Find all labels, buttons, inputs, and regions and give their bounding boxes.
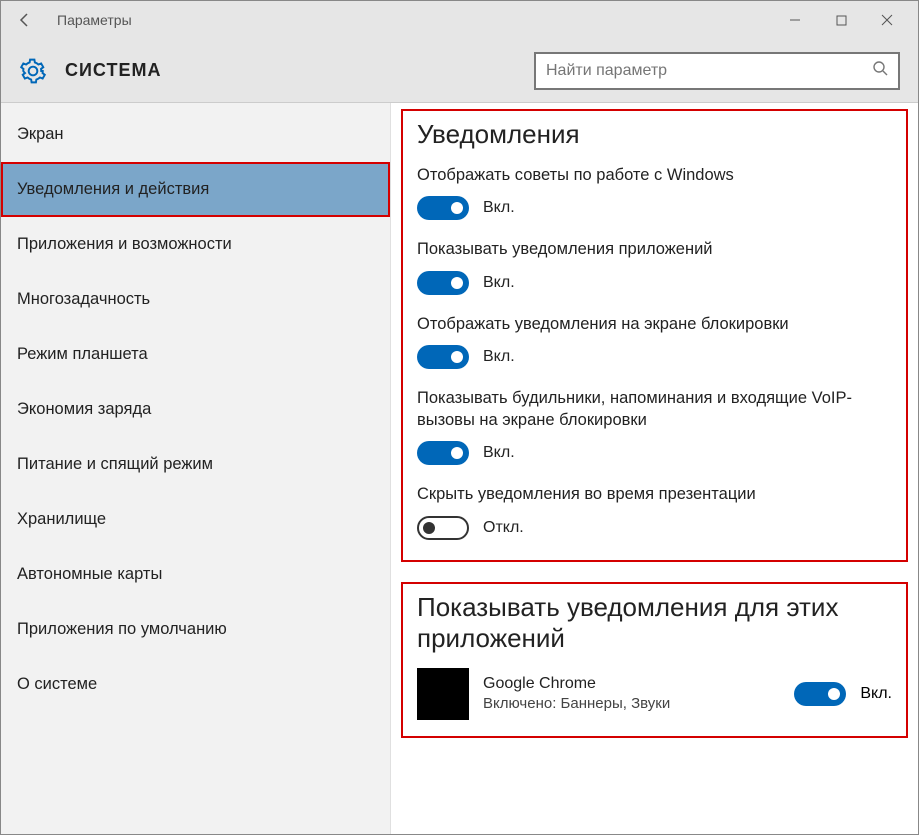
search-box[interactable] — [534, 52, 900, 90]
setting-label: Скрыть уведомления во время презентации — [417, 483, 892, 505]
apps-panel: Показывать уведомления для этих приложен… — [401, 582, 908, 738]
setting-label: Показывать уведомления приложений — [417, 238, 892, 260]
sidebar-item-label: Экран — [17, 125, 64, 143]
page-heading: СИСТЕМА — [65, 60, 161, 81]
search-icon — [872, 60, 888, 81]
toggle-state: Вкл. — [860, 685, 892, 703]
toggle-alarms-voip[interactable] — [417, 441, 469, 465]
sidebar-item-default-apps[interactable]: Приложения по умолчанию — [1, 602, 390, 657]
sidebar-item-display[interactable]: Экран — [1, 107, 390, 162]
sidebar-item-notifications[interactable]: Уведомления и действия — [1, 162, 390, 217]
main-panel: Уведомления Отображать советы по работе … — [391, 103, 918, 834]
close-icon — [881, 14, 893, 26]
sidebar-item-about[interactable]: О системе — [1, 657, 390, 712]
titlebar: Параметры — [1, 1, 918, 39]
sidebar-item-label: Хранилище — [17, 510, 106, 528]
maximize-button[interactable] — [818, 4, 864, 36]
notifications-title: Уведомления — [417, 119, 892, 150]
sidebar-item-multitasking[interactable]: Многозадачность — [1, 272, 390, 327]
toggle-app-chrome[interactable] — [794, 682, 846, 706]
toggle-state: Вкл. — [483, 444, 515, 462]
minimize-button[interactable] — [772, 4, 818, 36]
sidebar-item-offline-maps[interactable]: Автономные карты — [1, 547, 390, 602]
sidebar-item-label: О системе — [17, 675, 97, 693]
sidebar-item-label: Экономия заряда — [17, 400, 151, 418]
setting-label: Показывать будильники, напоминания и вхо… — [417, 387, 892, 432]
setting-label: Отображать советы по работе с Windows — [417, 164, 892, 186]
toggle-hide-presentation[interactable] — [417, 516, 469, 540]
app-meta: Google Chrome Включено: Баннеры, Звуки — [483, 675, 780, 712]
toggle-state: Откл. — [483, 519, 524, 537]
sidebar-item-label: Режим планшета — [17, 345, 148, 363]
setting-app-notifications: Показывать уведомления приложений Вкл. — [417, 238, 892, 294]
sidebar: Экран Уведомления и действия Приложения … — [1, 103, 391, 834]
back-button[interactable] — [9, 4, 41, 36]
sidebar-item-label: Приложения и возможности — [17, 235, 232, 253]
sidebar-item-power-sleep[interactable]: Питание и спящий режим — [1, 437, 390, 492]
notifications-panel: Уведомления Отображать советы по работе … — [401, 109, 908, 562]
toggle-app-notifications[interactable] — [417, 271, 469, 295]
gear-icon — [19, 57, 47, 85]
close-button[interactable] — [864, 4, 910, 36]
header-bar: СИСТЕМА — [1, 39, 918, 103]
app-name: Google Chrome — [483, 675, 780, 693]
sidebar-item-storage[interactable]: Хранилище — [1, 492, 390, 547]
search-input[interactable] — [546, 62, 872, 80]
setting-lockscreen-notifications: Отображать уведомления на экране блокиро… — [417, 313, 892, 369]
sidebar-item-label: Автономные карты — [17, 565, 162, 583]
toggle-tips[interactable] — [417, 196, 469, 220]
setting-alarms-voip: Показывать будильники, напоминания и вхо… — [417, 387, 892, 466]
toggle-lockscreen-notifications[interactable] — [417, 345, 469, 369]
app-sub: Включено: Баннеры, Звуки — [483, 695, 780, 712]
app-row-chrome[interactable]: Google Chrome Включено: Баннеры, Звуки В… — [417, 668, 892, 720]
minimize-icon — [789, 14, 801, 26]
sidebar-item-apps-features[interactable]: Приложения и возможности — [1, 217, 390, 272]
sidebar-item-tablet-mode[interactable]: Режим планшета — [1, 327, 390, 382]
maximize-icon — [836, 15, 847, 26]
arrow-left-icon — [17, 12, 33, 28]
sidebar-item-label: Питание и спящий режим — [17, 455, 213, 473]
toggle-state: Вкл. — [483, 348, 515, 366]
toggle-state: Вкл. — [483, 274, 515, 292]
setting-hide-presentation: Скрыть уведомления во время презентации … — [417, 483, 892, 539]
sidebar-item-label: Многозадачность — [17, 290, 150, 308]
sidebar-item-label: Приложения по умолчанию — [17, 620, 227, 638]
setting-label: Отображать уведомления на экране блокиро… — [417, 313, 892, 335]
toggle-state: Вкл. — [483, 199, 515, 217]
sidebar-item-label: Уведомления и действия — [17, 180, 209, 198]
apps-title: Показывать уведомления для этих приложен… — [417, 592, 892, 654]
content-area: Экран Уведомления и действия Приложения … — [1, 103, 918, 834]
sidebar-item-battery-saver[interactable]: Экономия заряда — [1, 382, 390, 437]
setting-tips: Отображать советы по работе с Windows Вк… — [417, 164, 892, 220]
app-icon — [417, 668, 469, 720]
window-title: Параметры — [57, 12, 132, 28]
